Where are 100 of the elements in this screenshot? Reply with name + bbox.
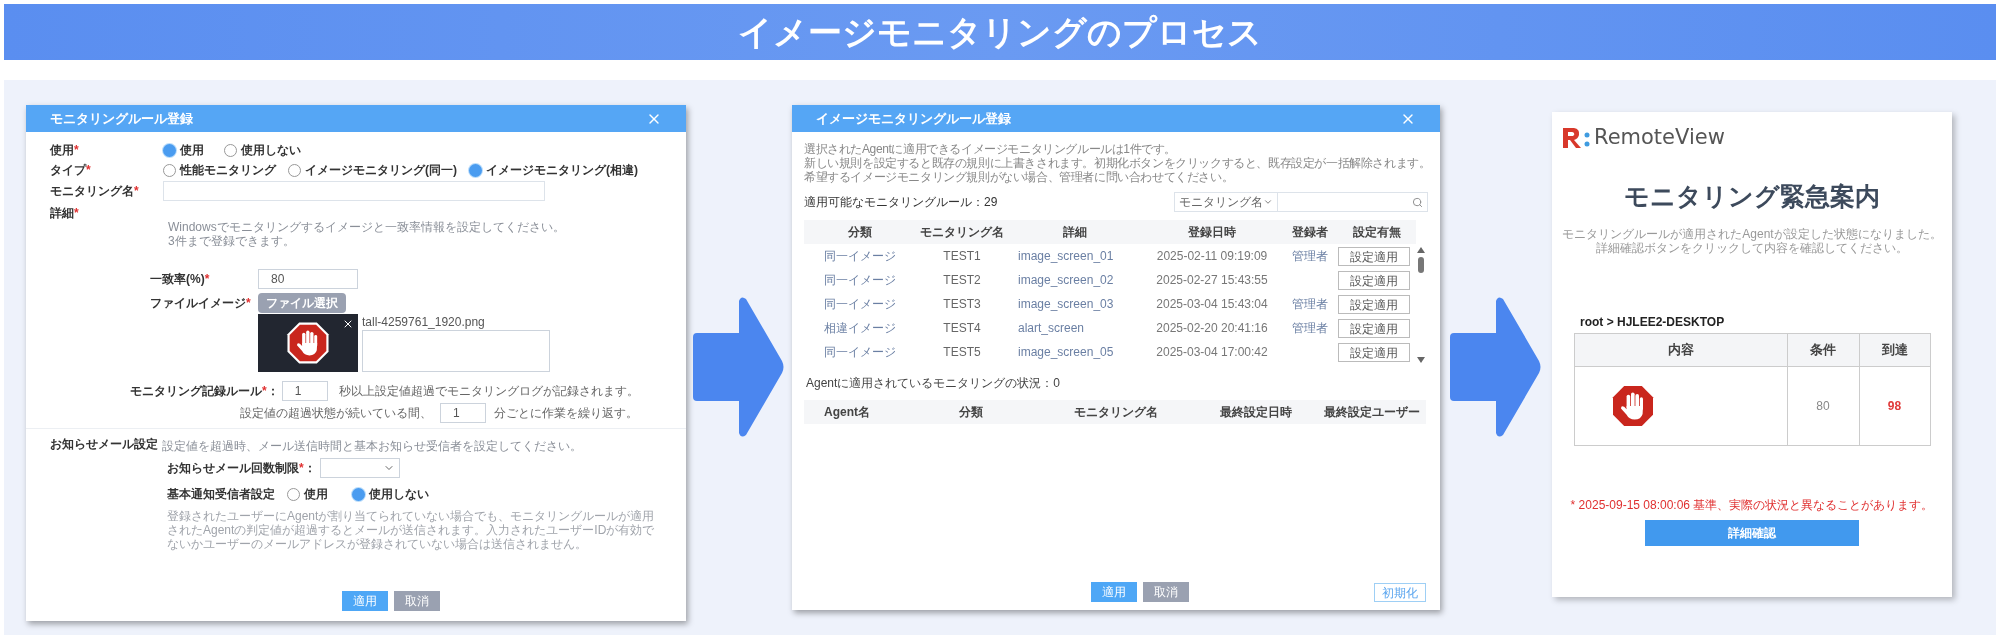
table-cell-text: 2025-02-20 20:41:16 xyxy=(1155,320,1269,337)
table-cell-text: 同一イメージ xyxy=(823,296,897,313)
footnote: * 2025-09-15 08:00:06 基準、実際の状況と異なることがあります。 xyxy=(1570,497,1934,514)
column-header: 到達 xyxy=(1858,334,1930,366)
logo-mark-icon xyxy=(1562,125,1592,150)
table-cell-text: 2025-02-27 15:43:55 xyxy=(1155,272,1269,289)
table-cell-text: TEST3 xyxy=(942,296,982,313)
radio-button[interactable] xyxy=(469,163,482,177)
column-header: 条件 xyxy=(1786,334,1859,366)
table-cell-text: 管理者 xyxy=(1291,320,1329,337)
column-header: 詳細 xyxy=(1062,224,1088,241)
intro-text: 選択されたAgentに適用できるイメージモニタリングルールは1件です。 xyxy=(804,142,1178,156)
table-cell-text: image_screen_05 xyxy=(1017,344,1115,361)
banner-title: イメージモニタリングのプロセス xyxy=(738,11,1262,53)
radio-button[interactable] xyxy=(288,163,301,177)
match-rate-input[interactable]: 80 xyxy=(258,269,358,289)
radio-label: イメージモニタリング(相違) xyxy=(486,162,638,179)
field-label: 使用* xyxy=(50,142,80,159)
hint-text: 設定値を超過時、メール送信時間と基本お知らせ受信者を設定してください。 xyxy=(162,438,582,455)
dialog-title: イメージモニタリングルール登録 xyxy=(816,109,1011,128)
agent-path: root > HJLEE2-DESKTOP xyxy=(1580,314,1725,331)
chevron-down-icon xyxy=(1263,197,1273,207)
column-header: 最終設定ユーザー xyxy=(1323,404,1421,421)
column-header: 最終設定日時 xyxy=(1219,404,1293,421)
column-header: 分類 xyxy=(847,224,873,241)
table-cell-text: TEST1 xyxy=(942,248,982,265)
table-cell-text: 2025-02-11 09:19:09 xyxy=(1155,248,1269,265)
field-label: モニタリング記録ルール*： xyxy=(130,383,279,400)
remove-icon[interactable] xyxy=(342,318,354,330)
table-cell-text: alart_screen xyxy=(1017,320,1086,337)
table-cell-text: 管理者 xyxy=(1291,248,1329,265)
record-seconds-input[interactable]: 1 xyxy=(281,381,328,401)
field-label: 詳細* xyxy=(50,205,80,220)
table-cell-text: TEST4 xyxy=(942,320,982,337)
repeat-minutes-input[interactable]: 1 xyxy=(440,403,486,423)
column-header: モニタリング名 xyxy=(919,224,1005,241)
rule-text: 分ごとに作業を繰り返す。 xyxy=(494,405,638,422)
column-header: 内容 xyxy=(1666,341,1695,360)
table-cell-text: image_screen_03 xyxy=(1017,296,1115,313)
name-input[interactable] xyxy=(163,181,545,201)
table-cell-text: 2025-03-04 15:43:04 xyxy=(1155,296,1269,313)
arrow-icon xyxy=(693,295,785,439)
radio-label: 使用しない xyxy=(241,142,301,159)
section-label: お知らせメール設定 xyxy=(50,436,159,453)
intro-text: 希望するイメージモニタリング規則がない場合、管理者に問い合わせてください。 xyxy=(804,170,1235,184)
intro-text: 新しい規則を設定すると既存の規則に上書きされます。初期化ボタンをクリックすると、既存設定が一括解除されます。 xyxy=(804,156,1428,170)
filter-select[interactable]: モニタリング名 xyxy=(1174,192,1278,212)
limit-select[interactable] xyxy=(319,458,400,478)
field-label: 一致率(%)* xyxy=(150,271,211,288)
table-cell-text: 管理者 xyxy=(1291,296,1329,313)
applied-status: Agentに適用されているモニタリングの状況：0 xyxy=(806,375,1062,392)
table-cell-text: 相違イメージ xyxy=(823,320,897,337)
hint-text: 3件まで登録できます。 xyxy=(168,234,296,248)
radio-button[interactable] xyxy=(163,143,176,157)
radio-button[interactable] xyxy=(287,487,300,501)
condition-value: 80 xyxy=(1786,367,1859,445)
search-field[interactable] xyxy=(1278,192,1428,212)
column-header: Agent名 xyxy=(823,404,871,421)
table-cell-text: 同一イメージ xyxy=(823,344,897,361)
message-text: モニタリングルールが適用されたAgentが設定した状態になりました。 xyxy=(1562,227,1942,241)
radio-button[interactable] xyxy=(224,143,237,157)
apply-setting-button[interactable]: 設定適用 xyxy=(1338,246,1410,266)
rule-text: 設定値の超過状態が続いている間、 xyxy=(240,405,432,422)
radio-label: イメージモニタリング(同一) xyxy=(305,162,457,179)
logo-text: RemoteView xyxy=(1594,124,1725,151)
file-textarea[interactable] xyxy=(362,330,550,372)
table-cell-text: image_screen_01 xyxy=(1017,248,1115,265)
card-title: モニタリング緊急案内 xyxy=(1624,180,1880,212)
file-name: tall-4259761_1920.png xyxy=(362,314,486,330)
column-header: 設定有無 xyxy=(1352,224,1402,241)
apply-setting-button[interactable]: 設定適用 xyxy=(1338,270,1410,290)
radio-button[interactable] xyxy=(163,163,176,177)
table-cell-text: 同一イメージ xyxy=(823,248,897,265)
stop-hand-icon xyxy=(286,321,330,365)
table-cell-text: TEST2 xyxy=(942,272,982,289)
radio-label: 性能モニタリング xyxy=(180,162,276,179)
field-label: モニタリング名* xyxy=(50,183,140,200)
field-label: ファイルイメージ* xyxy=(150,295,252,312)
apply-setting-button[interactable]: 設定適用 xyxy=(1338,342,1410,362)
field-label: お知らせメール回数制限*： xyxy=(167,460,316,477)
table-cell-text: TEST5 xyxy=(942,344,982,361)
column-header: 登録日時 xyxy=(1187,224,1237,241)
field-label: 基本通知受信者設定 xyxy=(167,486,276,503)
column-header: 登録者 xyxy=(1291,224,1329,241)
apply-setting-button[interactable]: 設定適用 xyxy=(1338,318,1410,338)
radio-button[interactable] xyxy=(352,487,365,501)
column-header: 分類 xyxy=(958,404,984,421)
reached-value: 98 xyxy=(1858,367,1930,445)
radio-label: 使用しない xyxy=(369,486,429,503)
column-header: モニタリング名 xyxy=(1073,404,1159,421)
rule-text: 秒以上設定値超過でモニタリングログが記録されます。 xyxy=(338,383,639,400)
search-icon[interactable] xyxy=(1412,196,1423,208)
message-text: 詳細確認ボタンをクリックして内容を確認してください。 xyxy=(1596,241,1908,255)
hint-text: Windowsでモニタリングするイメージと一致率情報を設定してください。 xyxy=(168,220,566,234)
table-cell-text: 同一イメージ xyxy=(823,272,897,289)
apply-setting-button[interactable]: 設定適用 xyxy=(1338,294,1410,314)
note-text: 登録されたユーザーにAgentが割り当てられていない場合でも、モニタリングルールが適用されたAgentの判定値が超過するとメールが送信されます。入力されたユーザーIDが有効でないかユーザーのメールアドレスが登録されていない場合は送信されません。 xyxy=(166,509,656,551)
arrow-icon xyxy=(1450,295,1542,439)
rule-count: 適用可能なモニタリングルール：29 xyxy=(804,194,998,211)
radio-label: 使用 xyxy=(180,142,204,159)
